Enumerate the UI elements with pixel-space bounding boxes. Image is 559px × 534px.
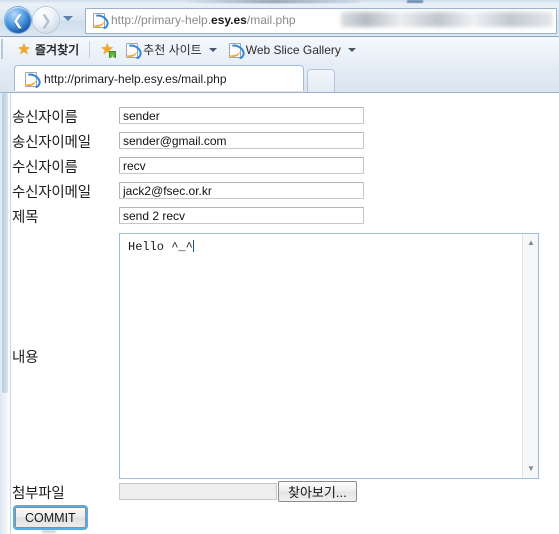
back-button[interactable]: ❮ xyxy=(5,7,31,33)
internet-explorer-icon xyxy=(122,41,145,62)
browser-tab-active[interactable]: http://primary-help.esy.es/mail.php xyxy=(14,65,304,91)
navigation-toolbar: ❮ ❯ http://primary-help.esy.es/mail.php xyxy=(0,4,559,37)
textarea-vertical-scrollbar[interactable]: ▲ ▼ xyxy=(522,234,538,478)
textarea-body-wrapper[interactable]: Hello ^_^ ▲ ▼ xyxy=(119,233,539,479)
new-tab-button[interactable] xyxy=(307,69,335,92)
web-slice-gallery-label: Web Slice Gallery xyxy=(245,42,341,57)
input-subject[interactable] xyxy=(119,207,364,224)
internet-explorer-icon xyxy=(224,41,247,62)
favorites-bar: ★ 즐겨찾기 ★ 추천 사이트 Web Slice Gallery xyxy=(0,37,559,63)
page-content: 송신자이름 송신자이메일 수신자이름 수신자이메일 제목 xyxy=(0,93,559,534)
text-cursor xyxy=(192,240,194,252)
browser-window: ❮ ❯ http://primary-help.esy.es/mail.php … xyxy=(0,0,559,534)
recent-pages-chevron-down-icon[interactable] xyxy=(63,16,73,21)
add-to-favorites-button[interactable]: ★ xyxy=(95,39,119,61)
input-recipient-name[interactable] xyxy=(119,157,364,174)
input-sender-name[interactable] xyxy=(119,107,364,124)
star-plus-icon: ★ xyxy=(100,42,117,61)
address-bar-blurred-region xyxy=(341,12,553,27)
internet-explorer-icon xyxy=(88,11,112,33)
commit-button[interactable]: COMMIT xyxy=(13,505,88,530)
url-suffix: /mail.php xyxy=(246,13,296,27)
scroll-down-arrow-icon[interactable]: ▼ xyxy=(523,461,539,477)
label-recipient-name: 수신자이름 xyxy=(12,160,78,176)
favorites-bar-items: ★ 즐겨찾기 ★ 추천 사이트 Web Slice Gallery xyxy=(12,37,361,62)
title-bar-blurred-text xyxy=(185,0,360,3)
address-bar-url: http://primary-help.esy.es/mail.php xyxy=(111,13,296,27)
label-body: 내용 xyxy=(12,350,39,366)
url-domain: esy.es xyxy=(211,13,247,27)
field-row-subject: 제목 xyxy=(12,206,38,227)
browse-file-label: 찾아보기... xyxy=(288,485,347,500)
label-recipient-email: 수신자이메일 xyxy=(12,185,91,201)
forward-arrow-icon: ❯ xyxy=(40,12,52,28)
title-bar-blurred-chip xyxy=(407,0,423,3)
url-prefix: http://primary-help. xyxy=(111,13,212,27)
field-row-recipient-name: 수신자이름 xyxy=(12,156,78,177)
favicon-icon xyxy=(20,70,44,91)
chevron-down-icon[interactable] xyxy=(208,47,217,52)
label-attachment: 첨부파일 xyxy=(12,486,65,502)
favorites-separator xyxy=(89,41,91,58)
textarea-body[interactable]: Hello ^_^ xyxy=(120,234,522,478)
textarea-body-text: Hello ^_^ xyxy=(128,240,193,254)
page-vertical-scrollbar[interactable] xyxy=(0,93,11,534)
address-bar-content: http://primary-help.esy.es/mail.php xyxy=(88,9,296,33)
star-icon: ★ xyxy=(17,40,31,58)
favorites-button-label: 즐겨찾기 xyxy=(35,43,80,57)
field-row-sender-name: 송신자이름 xyxy=(12,106,78,127)
suggested-sites-label: 추천 사이트 xyxy=(143,43,202,57)
input-recipient-email[interactable] xyxy=(119,182,364,199)
field-row-body: 내용 xyxy=(12,346,38,367)
back-arrow-icon: ❮ xyxy=(12,12,24,28)
page-bottom-artifact xyxy=(42,530,56,533)
commit-button-label: COMMIT xyxy=(25,510,76,525)
web-slice-gallery-button[interactable]: Web Slice Gallery xyxy=(222,39,361,62)
field-row-recipient-email: 수신자이메일 xyxy=(12,181,91,202)
browse-file-button[interactable]: 찾아보기... xyxy=(278,481,357,502)
suggested-sites-button[interactable]: 추천 사이트 xyxy=(119,39,222,62)
label-sender-name: 송신자이름 xyxy=(12,110,78,126)
chevron-down-icon[interactable] xyxy=(347,47,356,52)
browser-tab-title: http://primary-help.esy.es/mail.php xyxy=(44,71,227,86)
label-subject: 제목 xyxy=(12,210,39,226)
page-scrollbar-thumb[interactable] xyxy=(2,93,8,393)
label-sender-email: 송신자이메일 xyxy=(12,135,91,151)
field-row-sender-email: 송신자이메일 xyxy=(12,131,91,152)
file-path-display[interactable] xyxy=(119,483,277,500)
tab-strip: http://primary-help.esy.es/mail.php xyxy=(0,62,559,93)
favorites-button[interactable]: ★ 즐겨찾기 xyxy=(12,39,84,60)
mail-form: 송신자이름 송신자이메일 수신자이름 수신자이메일 제목 xyxy=(12,93,559,534)
input-sender-email[interactable] xyxy=(119,132,364,149)
forward-button[interactable]: ❯ xyxy=(33,7,59,33)
scroll-up-arrow-icon[interactable]: ▲ xyxy=(523,235,539,251)
address-bar[interactable]: http://primary-help.esy.es/mail.php xyxy=(85,8,557,34)
field-row-attachment: 첨부파일 xyxy=(12,482,65,503)
favorites-bar-grip[interactable] xyxy=(1,39,3,59)
